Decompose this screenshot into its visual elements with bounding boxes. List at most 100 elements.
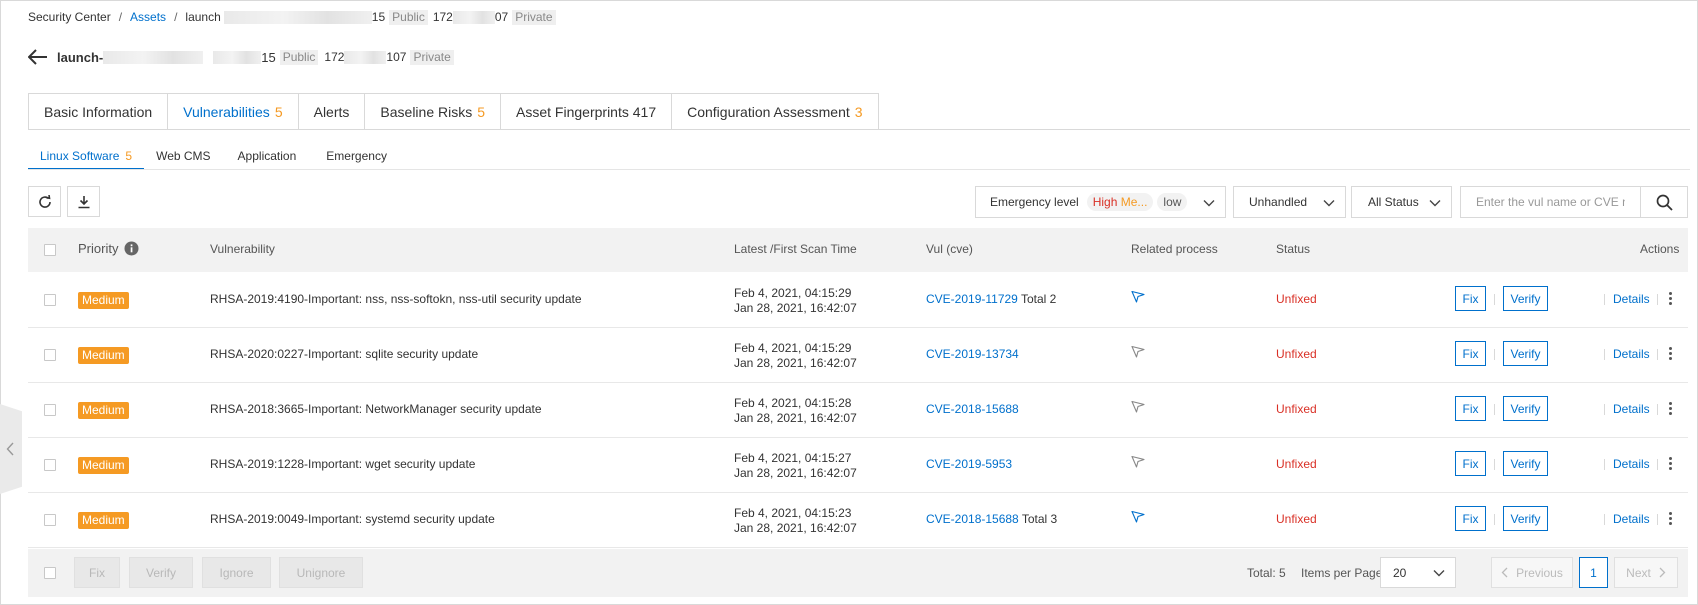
related-process-button[interactable] (1131, 345, 1145, 361)
chip-label: Me... (1120, 195, 1148, 209)
redacted-text (452, 10, 495, 24)
page-1-button[interactable]: 1 (1579, 557, 1608, 588)
cve-total: Total 3 (1021, 512, 1058, 526)
tab-configuration-assessment[interactable]: Configuration Assessment 3 (672, 93, 879, 130)
sidebar-collapse-handle[interactable] (0, 404, 22, 494)
breadcrumb-separator: / (118, 10, 123, 24)
handled-filter[interactable]: Unhandled (1233, 186, 1346, 218)
fix-button[interactable]: Fix (1455, 506, 1486, 531)
breadcrumb-assets[interactable]: Assets (130, 10, 166, 24)
row-checkbox[interactable] (44, 459, 56, 471)
cve-link[interactable]: CVE-2018-15688 (926, 512, 1019, 526)
action-divider (1657, 404, 1658, 415)
info-icon[interactable] (124, 241, 139, 256)
level-high-chip[interactable]: High Me... (1086, 193, 1154, 211)
next-page-button[interactable]: Next (1614, 557, 1678, 588)
download-button[interactable] (67, 186, 100, 217)
related-process-button[interactable] (1131, 290, 1145, 306)
action-divider (1657, 459, 1658, 470)
more-vertical-icon[interactable] (1666, 511, 1674, 527)
row-checkbox[interactable] (44, 514, 56, 526)
first-scan-time: Jan 28, 2021, 16:42:07 (734, 411, 857, 425)
more-vertical-icon[interactable] (1666, 291, 1674, 307)
verify-button[interactable]: Verify (1503, 286, 1548, 311)
verify-button[interactable]: Verify (1503, 341, 1548, 366)
details-link[interactable]: Details (1613, 457, 1650, 471)
action-divider (1494, 404, 1495, 415)
next-label: Next (1626, 565, 1651, 580)
row-checkbox[interactable] (44, 349, 56, 361)
latest-scan-time: Feb 4, 2021, 04:15:28 (734, 396, 852, 410)
related-process-button[interactable] (1131, 455, 1145, 471)
row-checkbox[interactable] (44, 294, 56, 306)
tab-alerts[interactable]: Alerts (298, 93, 366, 130)
breadcrumb-separator: / (174, 10, 178, 24)
breadcrumb-root[interactable]: Security Center (28, 10, 111, 24)
table-header: Priority Vulnerability Latest /First Sca… (28, 228, 1688, 272)
search-button[interactable] (1640, 186, 1688, 218)
subtab-application[interactable]: Application (223, 149, 314, 170)
subtab-linux-software[interactable]: Linux Software 5 (28, 149, 145, 170)
cve-link[interactable]: CVE-2019-5953 (926, 457, 1012, 471)
batch-unignore-button[interactable]: Unignore (279, 557, 363, 588)
batch-verify-button[interactable]: Verify (129, 557, 193, 588)
tab-basic-information[interactable]: Basic Information (28, 93, 169, 130)
back-button[interactable] (28, 47, 50, 67)
cve-link[interactable]: CVE-2018-15688 (926, 402, 1019, 416)
refresh-button[interactable] (28, 186, 61, 217)
batch-ignore-button[interactable]: Ignore (202, 557, 271, 588)
more-vertical-icon[interactable] (1666, 456, 1674, 472)
tab-vulnerabilities[interactable]: Vulnerabilities 5 (168, 93, 299, 130)
tab-baseline-risks[interactable]: Baseline Risks 5 (365, 93, 502, 130)
fix-button[interactable]: Fix (1455, 341, 1486, 366)
fix-button[interactable]: Fix (1455, 286, 1486, 311)
items-per-page-select[interactable]: 20 (1380, 557, 1456, 588)
select-all-footer-checkbox[interactable] (44, 567, 56, 579)
filter-value: Unhandled (1249, 195, 1308, 209)
select-all-checkbox[interactable] (44, 244, 56, 256)
chevron-left-icon (1501, 567, 1508, 578)
more-vertical-icon[interactable] (1666, 346, 1674, 362)
public-tag: Public (279, 49, 319, 65)
details-link[interactable]: Details (1613, 347, 1650, 361)
related-process-button[interactable] (1131, 510, 1145, 526)
related-process-button[interactable] (1131, 400, 1145, 416)
latest-scan-time: Feb 4, 2021, 04:15:27 (734, 451, 852, 465)
more-vertical-icon[interactable] (1666, 401, 1674, 417)
status-filter[interactable]: All Status (1351, 186, 1452, 218)
details-link[interactable]: Details (1613, 292, 1650, 306)
fix-button[interactable]: Fix (1455, 451, 1486, 476)
header-priority: Priority (78, 241, 139, 256)
send-icon (1131, 510, 1145, 523)
arrow-left-icon (28, 49, 47, 65)
priority-badge: Medium (78, 292, 129, 309)
items-per-page-value: 20 (1393, 565, 1407, 580)
fix-button[interactable]: Fix (1455, 396, 1486, 421)
breadcrumb: Security Center / Assets / launch 15 Pub… (28, 9, 556, 25)
header-cve: Vul (cve) (926, 242, 973, 256)
tab-label: Configuration Assessment (687, 103, 850, 120)
row-checkbox[interactable] (44, 404, 56, 416)
header-vulnerability: Vulnerability (210, 242, 275, 256)
verify-button[interactable]: Verify (1503, 396, 1548, 421)
previous-page-button[interactable]: Previous (1491, 557, 1573, 588)
subtab-label: Emergency (326, 149, 387, 163)
cve-link[interactable]: CVE-2019-13734 (926, 347, 1019, 361)
verify-button[interactable]: Verify (1503, 451, 1548, 476)
vulnerability-name: RHSA-2018:3665-Important: NetworkManager… (210, 402, 542, 416)
details-link[interactable]: Details (1613, 402, 1650, 416)
chevron-down-icon (1323, 200, 1335, 207)
private-tag: Private (410, 49, 454, 65)
search-input[interactable] (1460, 186, 1641, 218)
tab-asset-fingerprints[interactable]: Asset Fingerprints 417 (501, 93, 673, 130)
main-tabs: Basic Information Vulnerabilities 5 Alert… (28, 93, 879, 130)
subtab-web-cms[interactable]: Web CMS (144, 149, 222, 170)
cve-link[interactable]: CVE-2019-11729 (926, 292, 1018, 306)
level-low-chip[interactable]: low (1157, 193, 1188, 211)
emergency-level-filter[interactable]: Emergency level High Me... low (975, 186, 1226, 218)
verify-button[interactable]: Verify (1503, 506, 1548, 531)
subtab-emergency[interactable]: Emergency (313, 149, 399, 170)
first-scan-time: Jan 28, 2021, 16:42:07 (734, 521, 857, 535)
details-link[interactable]: Details (1613, 512, 1650, 526)
batch-fix-button[interactable]: Fix (74, 557, 120, 588)
